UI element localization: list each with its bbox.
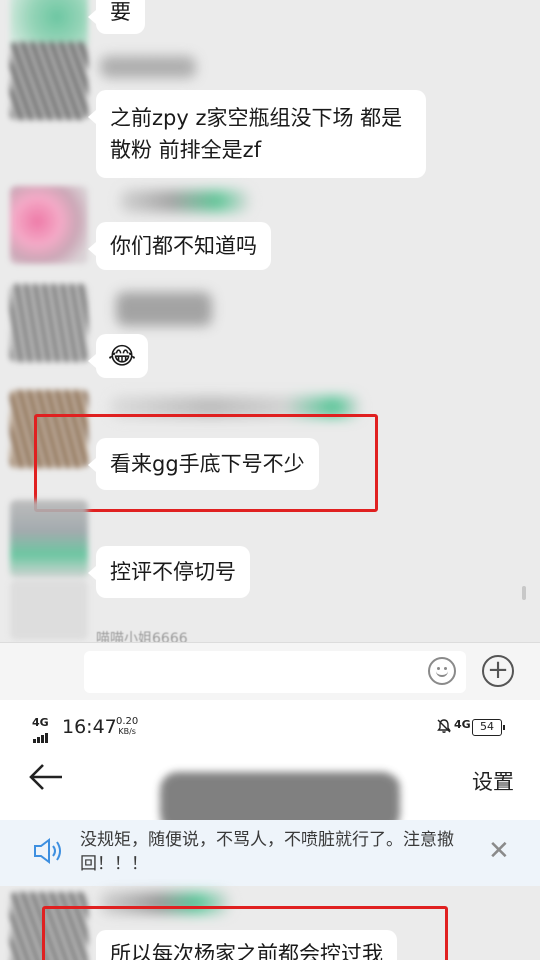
- chat-screenshot: 要 之前zpy z家空瓶组没下场 都是散粉 前排全是zf 你们都不知道吗 😂 看…: [0, 0, 540, 700]
- nickname-redacted: [120, 190, 250, 212]
- highlight-box: [42, 906, 448, 960]
- nickname-redacted: [100, 56, 196, 78]
- back-arrow-icon[interactable]: [28, 762, 64, 798]
- network-speed-unit: KB/s: [118, 727, 136, 736]
- announcement-bar[interactable]: 没规矩，随便说，不骂人，不喷脏就行了。注意撤回！！！ ✕: [0, 820, 540, 886]
- clock: 16:47: [62, 716, 117, 738]
- avatar[interactable]: [10, 284, 88, 362]
- message-text: 控评不停切号: [110, 560, 236, 584]
- laughing-emoji: 😂: [108, 342, 137, 370]
- battery-level: 54: [480, 720, 494, 733]
- network-type: 4G: [454, 718, 471, 731]
- plus-icon[interactable]: +: [482, 655, 514, 687]
- avatar: [10, 580, 88, 640]
- nickname-redacted: [116, 292, 212, 326]
- highlight-box: [34, 414, 378, 512]
- battery-icon: 54: [472, 719, 505, 736]
- status-bar: 4G 16:47 0.20 KB/s 4G 54: [0, 710, 540, 746]
- signal-label: 4G: [32, 716, 49, 729]
- message-bubble[interactable]: 之前zpy z家空瓶组没下场 都是散粉 前排全是zf: [88, 90, 426, 178]
- message-text: 要: [110, 0, 131, 24]
- group-screenshot: 4G 16:47 0.20 KB/s 4G 54 设置 没规矩，随便说，不骂人，…: [0, 710, 540, 960]
- avatar[interactable]: [10, 186, 88, 264]
- settings-button[interactable]: 设置: [472, 766, 514, 796]
- close-icon[interactable]: ✕: [488, 838, 510, 864]
- emoji-icon[interactable]: [428, 657, 456, 685]
- network-speed-value: 0.20: [116, 716, 139, 727]
- scrollbar[interactable]: [522, 586, 526, 600]
- chat-area: 所以每次杨家之前都会控过我: [0, 886, 540, 960]
- bell-muted-icon: [436, 718, 452, 737]
- avatar[interactable]: [10, 500, 88, 578]
- message-bubble[interactable]: 要: [88, 0, 145, 34]
- message-bubble[interactable]: 你们都不知道吗: [88, 222, 271, 270]
- screenshot-divider: [0, 700, 540, 710]
- signal-icon: [33, 729, 49, 743]
- avatar[interactable]: [10, 42, 88, 120]
- message-bubble[interactable]: 😂: [87, 334, 149, 378]
- network-speed: 0.20 KB/s: [116, 717, 138, 737]
- nav-bar: 设置: [0, 750, 540, 832]
- announcement-text: 没规矩，随便说，不骂人，不喷脏就行了。注意撤回！！！: [80, 830, 454, 874]
- avatar[interactable]: [10, 0, 88, 48]
- input-bar: +: [0, 642, 540, 700]
- message-bubble[interactable]: 控评不停切号: [88, 546, 250, 598]
- message-text: 之前zpy z家空瓶组没下场 都是散粉 前排全是zf: [110, 106, 403, 162]
- speaker-icon: [32, 836, 66, 866]
- message-input[interactable]: [84, 651, 466, 693]
- message-text: 你们都不知道吗: [110, 234, 257, 258]
